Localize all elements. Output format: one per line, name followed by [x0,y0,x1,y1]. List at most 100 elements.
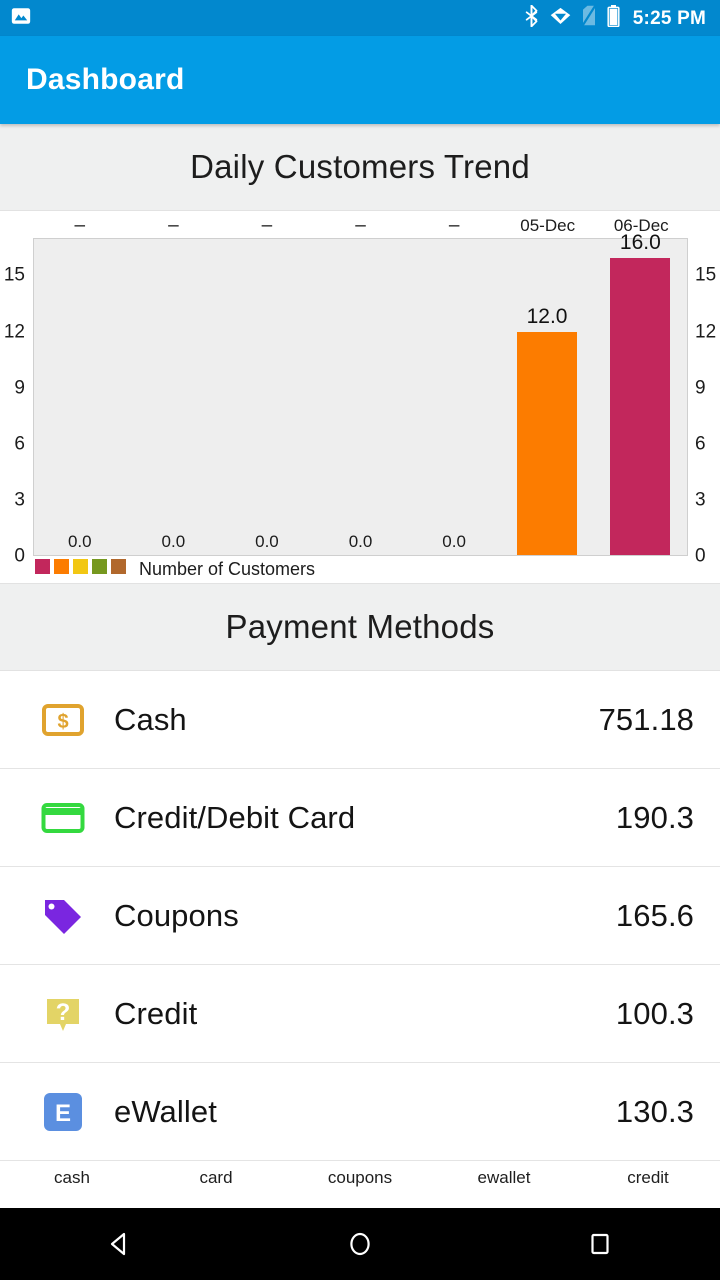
chart-legend-swatch-1 [54,559,69,574]
chart-y-tick-15: 15 [3,264,25,286]
payment-method-amount: 751.18 [598,701,694,737]
chart-y-axis-left: 0 3 6 9 12 15 [0,238,33,566]
phone-screen: 5:25 PM Dashboard Daily Customers Trend … [0,0,720,1280]
daily-customers-chart[interactable]: – – – – –05-Dec 06-Dec 0 3 6 9 12 15 0 3 6 9 12 15 12.0… [0,211,720,584]
chart-y-tick-3: 3 [695,489,706,511]
chart-legend: Number of Customers [35,557,315,581]
chart-y-tick-9: 9 [14,377,25,399]
svg-text:$: $ [57,711,68,733]
status-bar: 5:25 PM [0,0,720,36]
payment-method-label: Coupons [114,897,239,933]
coupon-tag-icon-wrap [40,893,86,939]
chart-legend-swatch-3 [92,559,107,574]
payment-method-row[interactable]: EeWallet 130.3 [0,1063,720,1161]
payment-method-row[interactable]: ? Credit 100.3 [0,965,720,1063]
payment-method-label: Credit [114,995,198,1031]
payments-card-header: Payment Methods [0,584,720,671]
chart-plot-area: 12.0 16.0 [33,231,688,556]
payment-method-label: Cash [114,701,187,737]
chart-zero-label-4: 0.0 [442,532,466,551]
chart-bars: 12.0 16.0 [34,231,687,555]
pie-legend-item-coupons[interactable]: coupons [288,1168,432,1188]
chart-bar-slot-5[interactable]: 12.0 [500,239,593,555]
chart-x-label-0: – [74,215,86,236]
pie-legend-item-card[interactable]: card [144,1168,288,1188]
pie-legend-item-credit[interactable]: credit [576,1168,720,1188]
pie-legend-item-cash[interactable]: cash [0,1168,144,1188]
payment-method-label: Credit/Debit Card [114,799,356,835]
chart-x-axis-labels: – – – – –05-Dec 06-Dec [33,215,688,237]
question-bubble-icon: ? [47,998,79,1031]
chart-bar[interactable]: 16.0 [610,231,671,555]
svg-text:?: ? [56,999,71,1026]
chart-bar-slot-0[interactable] [34,239,127,555]
chart-legend-swatch-4 [111,559,126,574]
chart-card-header: Daily Customers Trend [0,124,720,211]
chart-y-tick-9: 9 [695,377,706,399]
chart-zero-label-5 [501,531,595,553]
cash-dollar-icon-wrap: $ [40,697,86,743]
payment-method-row[interactable]: $ Cash 751.18 [0,671,720,769]
chart-legend-swatch-2 [73,559,88,574]
back-button[interactable] [0,1208,240,1280]
chart-legend-label: Number of Customers [139,558,316,579]
payment-method-amount: 130.3 [615,1093,694,1129]
chart-bar-slot-2[interactable] [221,239,314,555]
cash-dollar-icon: $ [42,703,84,736]
payment-method-amount: 100.3 [615,995,694,1031]
chart-x-label-1: – [168,215,179,236]
payments-title: Payment Methods [225,608,495,645]
chart-bar-slot-4[interactable] [407,239,500,555]
chart-zero-label-0: 0.0 [67,532,92,551]
app-bar: Dashboard [0,36,720,124]
chart-bar-slot-3[interactable] [314,239,407,555]
chart-zero-label-1: 0.0 [161,532,186,551]
bluetooth-icon [524,4,539,32]
chart-x-label-2: – [261,215,273,236]
status-bar-notifications [10,5,32,32]
chart-x-label-4: – [448,215,460,236]
chart-y-tick-15: 15 [695,264,717,286]
payment-method-row[interactable]: Coupons 165.6 [0,867,720,965]
chart-bar-value-label: 16.0 [619,230,661,254]
chart-legend-swatches [35,559,130,579]
payment-method-row[interactable]: Credit/Debit Card 190.3 [0,769,720,867]
screenshot-image-icon [10,5,32,32]
chart-y-tick-12: 12 [695,321,717,343]
chart-y-tick-12: 12 [3,321,25,343]
chart-zero-value-labels: 0.0 0.0 0.0 0.0 0.0 [33,531,688,553]
chart-zero-label-2: 0.0 [255,532,279,551]
chart-y-tick-0: 0 [695,545,706,567]
scroll-content[interactable]: Daily Customers Trend – – – – –05-Dec 06-Dec … [0,124,720,1208]
chart-bar-slot-6[interactable]: 16.0 [594,231,687,555]
chart-x-label-5: 05-Dec [520,216,576,235]
status-bar-system-icons: 5:25 PM [524,4,706,32]
ewallet-e-icon: E [44,1092,82,1131]
recents-square-icon [591,1233,609,1255]
chart-title: Daily Customers Trend [190,148,530,185]
android-navigation-bar [0,1208,720,1280]
svg-text:E: E [55,1100,71,1127]
ewallet-e-icon-wrap: E [40,1089,86,1135]
home-button[interactable] [240,1208,480,1280]
payment-method-label: eWallet [114,1093,217,1129]
chart-y-tick-6: 6 [14,433,25,455]
page-title: Dashboard [26,63,185,96]
coupon-tag-icon [45,899,81,934]
chart-zero-label-3: 0.0 [348,532,373,551]
payment-method-amount: 165.6 [615,897,694,933]
chart-x-label-3: – [355,215,366,236]
recents-button[interactable] [480,1208,720,1280]
chart-bar-slot-1[interactable] [127,239,220,555]
wifi-icon [550,6,571,30]
payment-methods-list: $ Cash 751.18 Credit/Debit Card 190.3 Coupons… [0,671,720,1161]
chart-y-tick-0: 0 [14,545,25,567]
battery-icon [607,4,620,32]
no-sim-icon [581,4,597,31]
pie-legend-item-ewallet[interactable]: ewallet [432,1168,576,1188]
chart-zero-label-6 [594,531,688,553]
credit-card-icon [41,802,85,833]
payment-method-amount: 190.3 [615,799,694,835]
chart-bar[interactable]: 12.0 [517,305,577,555]
pie-chart-legend: cash card coupons ewallet credit [0,1161,720,1195]
